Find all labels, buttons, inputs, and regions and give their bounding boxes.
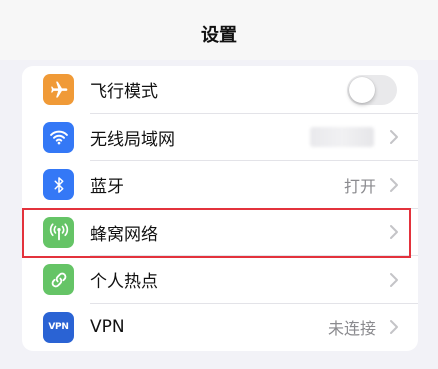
chevron-right-icon — [390, 320, 398, 335]
settings-row-label: 蜂窝网络 — [90, 224, 158, 245]
hotspot-link-icon — [43, 264, 74, 296]
bluetooth-icon — [43, 169, 74, 201]
airplane-mode-toggle[interactable] — [347, 74, 397, 105]
cellular-antenna-icon — [43, 216, 74, 248]
airplane-icon — [43, 74, 74, 106]
vpn-icon: VPN — [43, 311, 74, 343]
bluetooth-status-value: 打开 — [343, 176, 376, 196]
navigation-bar: 设置 — [0, 0, 438, 60]
settings-row-label: 无线局域网 — [90, 129, 175, 150]
chevron-right-icon — [390, 225, 398, 240]
settings-row-label: VPN — [90, 317, 125, 338]
vpn-icon-text: VPN — [48, 322, 69, 333]
chevron-right-icon — [390, 177, 398, 192]
settings-row-label: 飞行模式 — [90, 82, 158, 103]
chevron-right-icon — [390, 130, 398, 145]
wifi-icon — [43, 121, 74, 153]
settings-row-personal-hotspot[interactable]: 个人热点 — [22, 256, 418, 304]
settings-row-label: 个人热点 — [90, 272, 158, 293]
toggle-knob — [349, 76, 375, 103]
page-title: 设置 — [201, 25, 237, 46]
settings-row-vpn[interactable]: VPN VPN 未连接 — [22, 304, 418, 352]
settings-row-wlan[interactable]: 无线局域网 — [22, 114, 418, 161]
vpn-status-value: 未连接 — [327, 319, 376, 339]
settings-row-airplane-mode: 飞行模式 — [22, 66, 418, 114]
settings-row-bluetooth[interactable]: 蓝牙 打开 — [22, 161, 418, 209]
chevron-right-icon — [390, 272, 398, 287]
wlan-network-name-blurred — [310, 127, 374, 148]
settings-row-label: 蓝牙 — [90, 177, 124, 198]
settings-group: 飞行模式 无线局域网 蓝牙 打开 蜂窝网络 个人热点 VPN VPN 未连接 — [22, 66, 418, 351]
settings-row-cellular[interactable]: 蜂窝网络 — [22, 209, 418, 256]
